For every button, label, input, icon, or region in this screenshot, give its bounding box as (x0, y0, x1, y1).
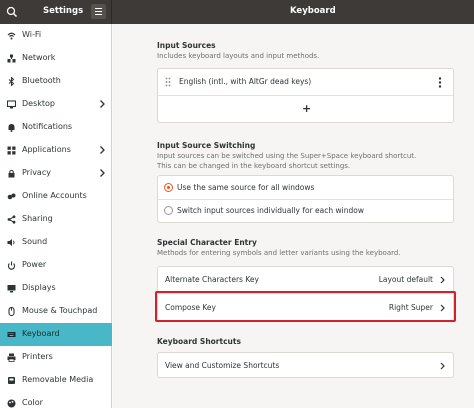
keyboard-shortcuts-title: Keyboard Shortcuts (157, 337, 241, 346)
share-icon (7, 215, 16, 224)
sidebar-item-label: Online Accounts (22, 191, 87, 200)
sidebar-item-applications[interactable]: Applications (0, 139, 112, 162)
printer-icon (7, 353, 16, 362)
special-chars-description: Methods for entering symbols and letter … (157, 249, 401, 257)
option-same-source-label: Use the same source for all windows (177, 183, 315, 192)
radio-individual-source[interactable] (164, 206, 173, 215)
sidebar-item-label: Removable Media (22, 375, 94, 384)
sidebar-item-sound[interactable]: Sound (0, 231, 112, 254)
view-shortcuts-label: View and Customize Shortcuts (165, 361, 280, 370)
sidebar-item-label: Desktop (22, 99, 55, 108)
view-shortcuts-row[interactable]: View and Customize Shortcuts (157, 352, 454, 378)
compose-key-highlight-box (155, 291, 456, 322)
sidebar-item-removable-media[interactable]: Removable Media (0, 369, 112, 392)
sidebar-item-label: Mouse & Touchpad (22, 306, 98, 315)
sidebar-item-mouse-touchpad[interactable]: Mouse & Touchpad (0, 300, 112, 323)
search-icon[interactable] (4, 4, 20, 20)
sidebar-item-label: Bluetooth (22, 76, 61, 85)
input-switching-card: Use the same source for all windows Swit… (157, 175, 454, 223)
sidebar-item-label: Privacy (22, 168, 51, 177)
sidebar-item-label: Notifications (22, 122, 73, 131)
sidebar-item-label: Printers (22, 352, 53, 361)
sidebar-item-color[interactable]: Color (0, 392, 112, 408)
sidebar-item-displays[interactable]: Displays (0, 277, 112, 300)
alternate-characters-label: Alternate Characters Key (165, 275, 259, 284)
chevron-right-icon (100, 100, 105, 108)
special-chars-title: Special Character Entry (157, 238, 257, 247)
sidebar-item-label: Sharing (22, 214, 53, 223)
wifi-icon (7, 32, 16, 40)
app-title: Settings (43, 6, 84, 16)
input-switching-description-2: This can be changed in the keyboard shor… (157, 162, 351, 170)
sidebar-item-label: Keyboard (22, 329, 60, 338)
radio-same-source[interactable] (164, 183, 173, 192)
applications-icon (7, 146, 16, 155)
input-switching-title: Input Source Switching (157, 141, 256, 150)
sidebar: Wi-Fi Network Bluetooth Desktop Notification… (0, 24, 112, 408)
sidebar-item-online-accounts[interactable]: Online Accounts (0, 185, 112, 208)
add-input-source-button[interactable]: + (302, 102, 311, 115)
sidebar-item-privacy[interactable]: Privacy (0, 162, 112, 185)
network-icon (7, 54, 16, 63)
sidebar-item-wi-fi[interactable]: Wi-Fi (0, 24, 112, 47)
input-sources-card: English (intl., with AltGr dead keys) + (157, 68, 454, 123)
color-icon (7, 399, 16, 408)
sidebar-item-label: Displays (22, 283, 56, 292)
bluetooth-icon (8, 77, 15, 86)
alternate-characters-value: Layout default (378, 275, 433, 284)
sidebar-item-power[interactable]: Power (0, 254, 112, 277)
sidebar-item-bluetooth[interactable]: Bluetooth (0, 70, 112, 93)
alternate-characters-row[interactable]: Alternate Characters Key Layout default (158, 267, 453, 293)
online-accounts-icon (7, 193, 16, 200)
chevron-right-icon (100, 169, 105, 177)
privacy-icon (8, 169, 15, 178)
sidebar-item-label: Color (22, 398, 43, 407)
speaker-icon (7, 239, 15, 246)
chevron-right-icon (440, 276, 445, 284)
sidebar-item-desktop[interactable]: Desktop (0, 93, 112, 116)
row-divider (158, 199, 453, 200)
title-bar: Settings Keyboard (0, 0, 474, 24)
power-icon (7, 261, 16, 270)
page-title: Keyboard (290, 6, 336, 16)
sidebar-item-printers[interactable]: Printers (0, 346, 112, 369)
chevron-right-icon (100, 146, 105, 154)
hamburger-menu-button[interactable] (91, 4, 106, 19)
display-icon (7, 285, 16, 293)
sidebar-item-network[interactable]: Network (0, 47, 112, 70)
chevron-right-icon (440, 362, 445, 370)
sidebar-item-notifications[interactable]: Notifications (0, 116, 112, 139)
sidebar-item-label: Network (22, 53, 56, 62)
mouse-icon (8, 307, 15, 316)
row-divider (158, 95, 453, 96)
sidebar-header: Settings (0, 0, 112, 24)
drag-handle-icon[interactable] (165, 77, 171, 87)
sidebar-item-label: Wi-Fi (22, 30, 42, 39)
sidebar-item-label: Sound (22, 237, 48, 246)
input-sources-title: Input Sources (157, 41, 216, 50)
sidebar-item-label: Power (22, 260, 47, 269)
option-individual-source-label: Switch input sources individually for ea… (177, 206, 364, 215)
sidebar-item-keyboard[interactable]: Keyboard (0, 323, 112, 346)
desktop-icon (7, 100, 16, 109)
more-options-icon[interactable] (438, 77, 442, 88)
sidebar-item-label: Applications (22, 145, 71, 154)
sidebar-item-sharing[interactable]: Sharing (0, 208, 112, 231)
media-icon (8, 377, 15, 384)
input-source-english: English (intl., with AltGr dead keys) (179, 77, 312, 86)
input-sources-description: Includes keyboard layouts and input meth… (157, 52, 320, 60)
bell-icon (8, 124, 15, 132)
input-switching-description-1: Input sources can be switched using the … (157, 152, 417, 160)
keyboard-icon (7, 332, 16, 337)
